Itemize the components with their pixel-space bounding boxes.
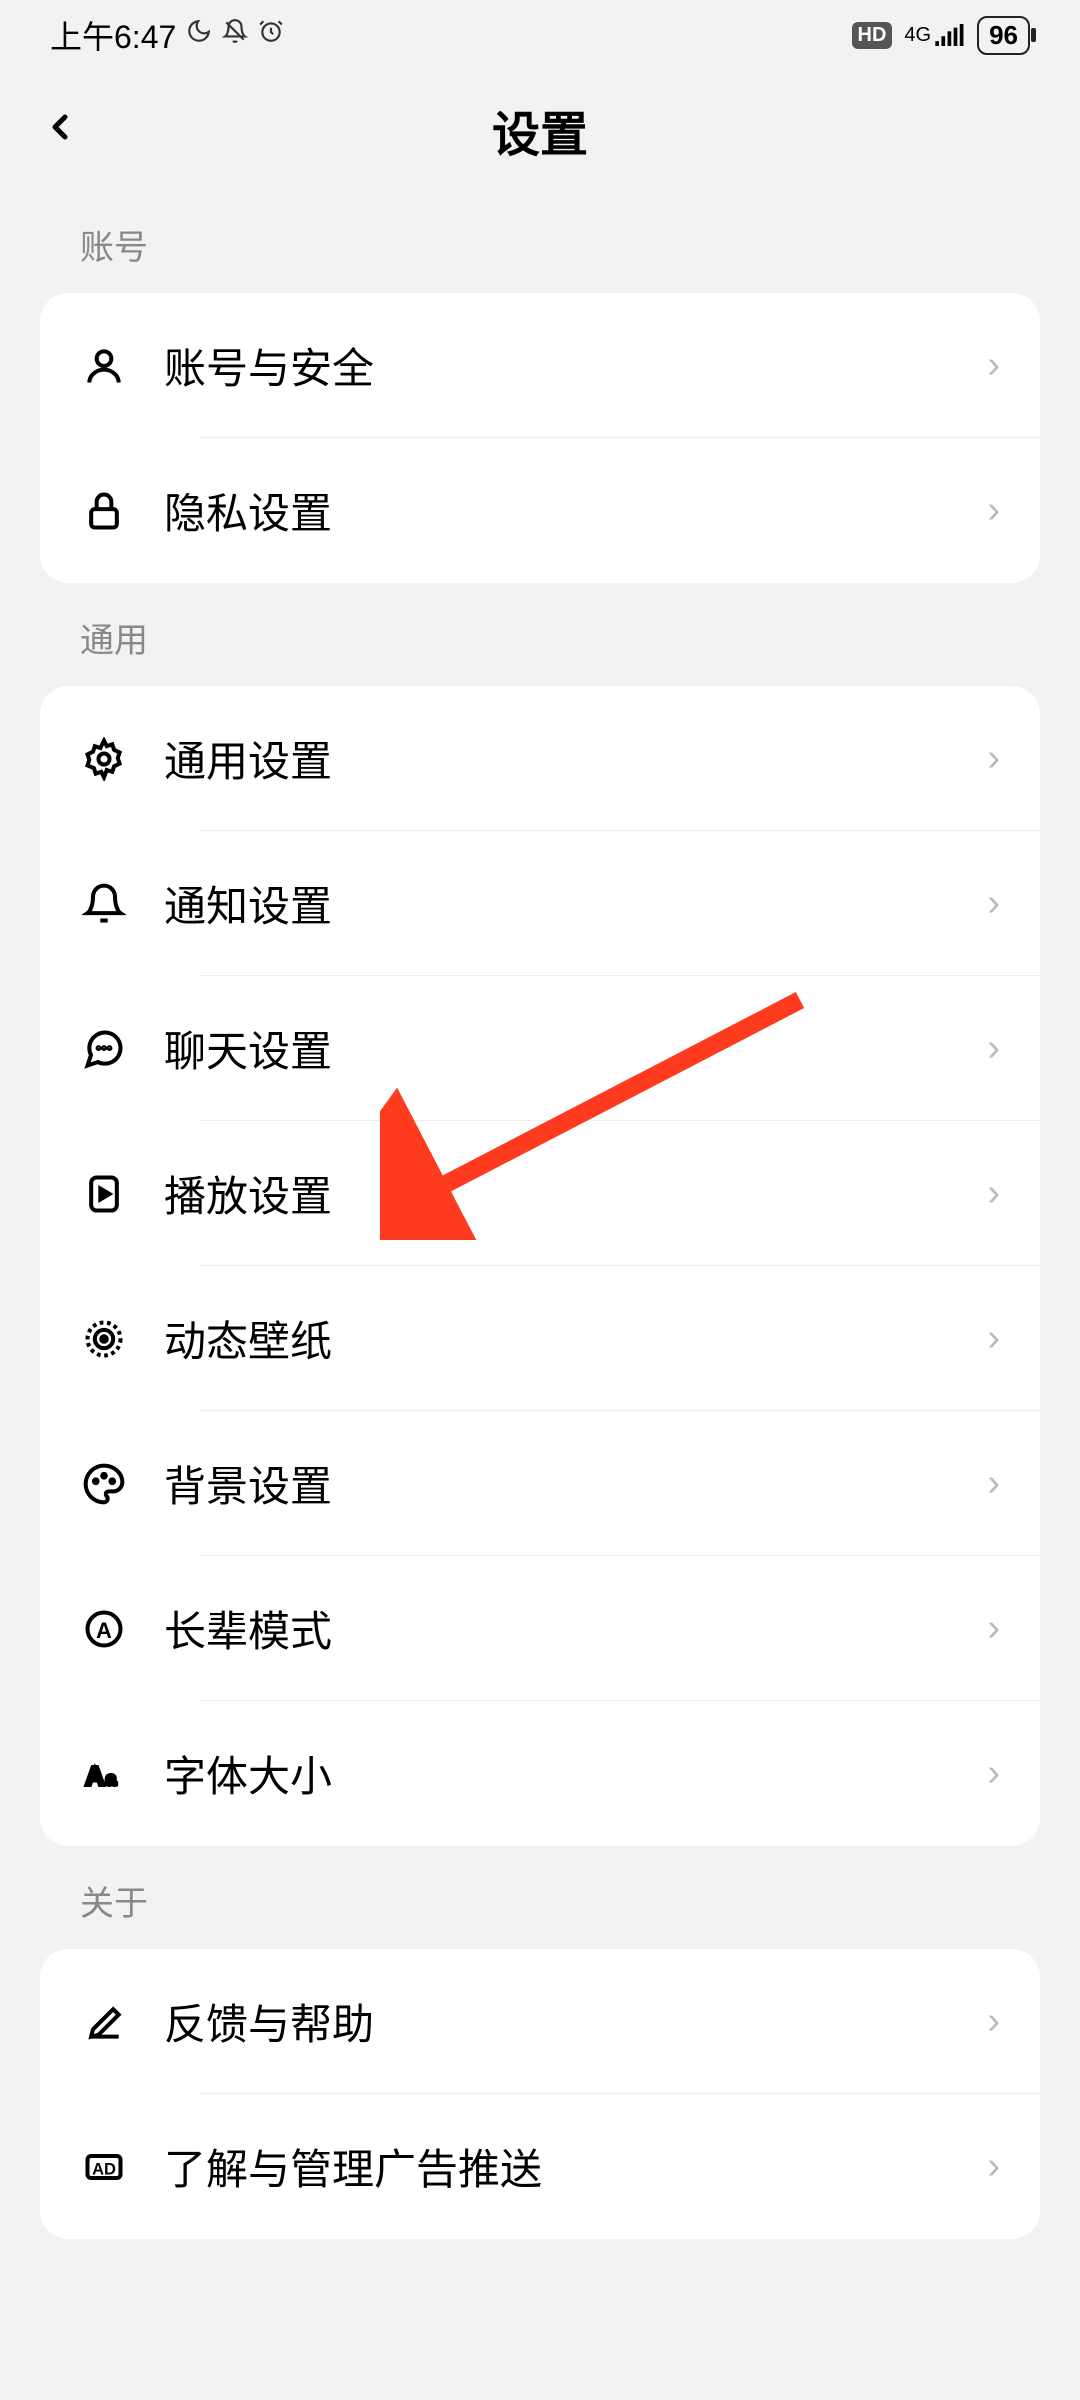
- chevron-right-icon: ›: [987, 1317, 1000, 1360]
- section-header-about: 关于: [0, 1846, 1080, 1949]
- item-label: 字体大小: [164, 1743, 987, 1804]
- section-header-general: 通用: [0, 583, 1080, 686]
- status-left: 上午6:47: [50, 12, 284, 58]
- item-account-security[interactable]: 账号与安全 ›: [40, 293, 1040, 438]
- item-notification[interactable]: 通知设置 ›: [40, 831, 1040, 976]
- item-label: 长辈模式: [164, 1598, 987, 1659]
- hd-badge: HD: [852, 22, 893, 49]
- edit-icon: [80, 1998, 128, 2046]
- status-time: 上午6:47: [50, 12, 176, 58]
- chevron-right-icon: ›: [987, 1752, 1000, 1795]
- status-bar: 上午6:47 HD 4G 96: [0, 0, 1080, 70]
- chevron-right-icon: ›: [987, 1462, 1000, 1505]
- item-privacy[interactable]: 隐私设置 ›: [40, 438, 1040, 583]
- item-label: 聊天设置: [164, 1018, 987, 1079]
- item-label: 动态壁纸: [164, 1308, 987, 1369]
- page-header: 设置: [0, 70, 1080, 190]
- chevron-right-icon: ›: [987, 737, 1000, 780]
- item-label: 账号与安全: [164, 335, 987, 396]
- alarm-icon: [258, 18, 284, 52]
- chevron-left-icon: [40, 107, 80, 147]
- item-ad-management[interactable]: AD 了解与管理广告推送 ›: [40, 2094, 1040, 2239]
- item-wallpaper[interactable]: 动态壁纸 ›: [40, 1266, 1040, 1411]
- lock-icon: [80, 487, 128, 535]
- svg-text:AD: AD: [92, 2160, 116, 2178]
- wallpaper-icon: [80, 1315, 128, 1363]
- ad-icon: AD: [80, 2143, 128, 2191]
- moon-icon: [186, 18, 212, 52]
- item-label: 播放设置: [164, 1163, 987, 1224]
- chat-icon: [80, 1025, 128, 1073]
- section-header-account: 账号: [0, 190, 1080, 293]
- chevron-right-icon: ›: [987, 882, 1000, 925]
- item-label: 了解与管理广告推送: [164, 2136, 987, 2197]
- play-icon: [80, 1170, 128, 1218]
- svg-text:A: A: [86, 1763, 105, 1791]
- item-playback[interactable]: 播放设置 ›: [40, 1121, 1040, 1266]
- user-icon: [80, 342, 128, 390]
- about-card: 反馈与帮助 › AD 了解与管理广告推送 ›: [40, 1949, 1040, 2239]
- dnd-icon: [222, 18, 248, 52]
- item-elder-mode[interactable]: A 长辈模式 ›: [40, 1556, 1040, 1701]
- general-card: 通用设置 › 通知设置 › 聊天设置 › 播放设置 › 动态壁纸 › 背景设置 …: [40, 686, 1040, 1846]
- svg-text:a: a: [106, 1768, 117, 1789]
- item-label: 隐私设置: [164, 480, 987, 541]
- item-general-settings[interactable]: 通用设置 ›: [40, 686, 1040, 831]
- item-chat[interactable]: 聊天设置 ›: [40, 976, 1040, 1121]
- signal-icon: [935, 24, 965, 46]
- item-label: 通知设置: [164, 873, 987, 934]
- battery-level: 96: [989, 20, 1018, 51]
- network-type: 4G: [904, 24, 931, 47]
- chevron-right-icon: ›: [987, 1027, 1000, 1070]
- chevron-right-icon: ›: [987, 344, 1000, 387]
- item-label: 背景设置: [164, 1453, 987, 1514]
- status-right: HD 4G 96: [852, 16, 1031, 55]
- chevron-right-icon: ›: [987, 1607, 1000, 1650]
- back-button[interactable]: [40, 100, 80, 160]
- chevron-right-icon: ›: [987, 2145, 1000, 2188]
- chevron-right-icon: ›: [987, 2000, 1000, 2043]
- item-font-size[interactable]: Aa 字体大小 ›: [40, 1701, 1040, 1846]
- palette-icon: [80, 1460, 128, 1508]
- item-feedback[interactable]: 反馈与帮助 ›: [40, 1949, 1040, 2094]
- chevron-right-icon: ›: [987, 489, 1000, 532]
- font-icon: Aa: [80, 1750, 128, 1798]
- item-label: 通用设置: [164, 728, 987, 789]
- page-title: 设置: [0, 95, 1080, 165]
- gear-icon: [80, 735, 128, 783]
- signal-group: 4G: [904, 24, 965, 47]
- item-background[interactable]: 背景设置 ›: [40, 1411, 1040, 1556]
- item-label: 反馈与帮助: [164, 1991, 987, 2052]
- account-card: 账号与安全 › 隐私设置 ›: [40, 293, 1040, 583]
- svg-text:A: A: [96, 1618, 112, 1643]
- bell-icon: [80, 880, 128, 928]
- battery-indicator: 96: [977, 16, 1030, 55]
- accessibility-icon: A: [80, 1605, 128, 1653]
- chevron-right-icon: ›: [987, 1172, 1000, 1215]
